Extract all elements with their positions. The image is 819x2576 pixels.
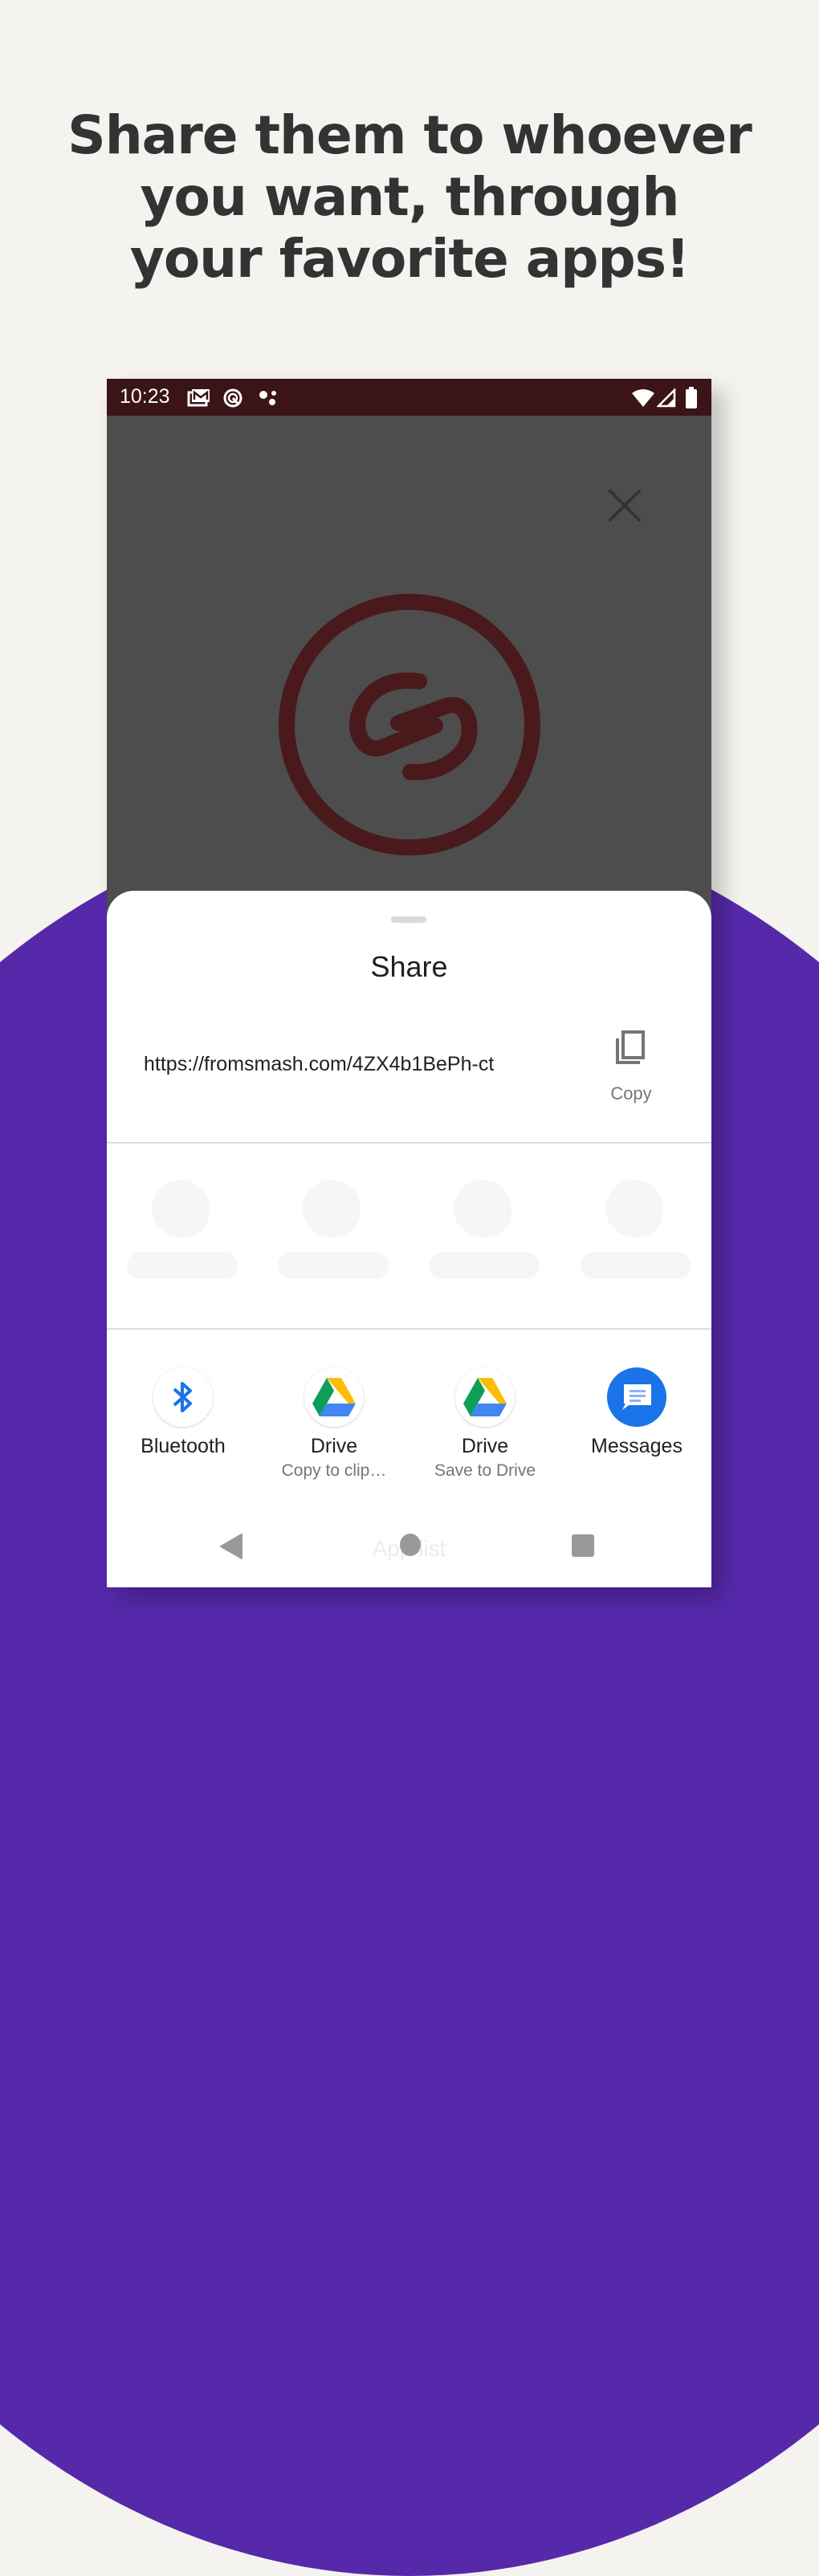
drive-icon: [455, 1367, 515, 1427]
headline: Share them to whoever you want, through …: [0, 104, 819, 290]
headline-line: your favorite apps!: [129, 228, 690, 290]
app-sublabel: Save to Drive: [434, 1461, 536, 1480]
share-target-messages[interactable]: Messages: [560, 1367, 711, 1461]
drive-icon: [304, 1367, 364, 1427]
home-icon: [400, 1534, 421, 1556]
headline-line: you want, through: [140, 166, 679, 228]
home-button[interactable]: [398, 1532, 422, 1561]
skeleton-avatar: [152, 1180, 210, 1237]
share-target-drive-copy[interactable]: Drive Copy to clip…: [258, 1367, 410, 1481]
drag-handle[interactable]: [391, 916, 426, 923]
smash-logo: [277, 592, 542, 857]
share-target-drive-save[interactable]: Drive Save to Drive: [409, 1367, 561, 1481]
skeleton-label: [127, 1252, 238, 1279]
share-url: https://fromsmash.com/4ZX4b1BePh-ct: [144, 1053, 495, 1075]
gmail-icon: [187, 388, 211, 410]
back-button[interactable]: [219, 1533, 243, 1563]
status-bar: 10:23: [107, 379, 711, 416]
battery-icon: [685, 387, 698, 412]
divider: [107, 1142, 711, 1144]
skeleton-label: [581, 1252, 691, 1279]
share-target-bluetooth[interactable]: Bluetooth: [107, 1367, 259, 1461]
skeleton-target: [581, 1180, 693, 1284]
skeleton-avatar: [454, 1180, 511, 1237]
data-saver-icon: [222, 388, 243, 412]
headline-line: Share them to whoever: [67, 104, 752, 166]
smash-logo-icon: [279, 594, 540, 855]
app-label: Drive: [310, 1435, 358, 1457]
close-button[interactable]: [605, 486, 645, 526]
back-icon: [220, 1534, 242, 1559]
skeleton-target: [127, 1180, 239, 1284]
skeleton-avatar: [303, 1180, 361, 1237]
close-icon: [609, 490, 641, 522]
messages-icon: [607, 1367, 666, 1427]
divider: [107, 1328, 711, 1330]
app-label: Bluetooth: [141, 1435, 226, 1457]
copy-button[interactable]: Copy: [595, 1027, 667, 1107]
copy-label: Copy: [610, 1083, 652, 1103]
signal-icon: [655, 387, 676, 411]
recents-icon: [572, 1534, 594, 1557]
copy-icon: [616, 1030, 645, 1064]
skeleton-avatar: [605, 1180, 663, 1237]
app-label: Drive: [461, 1435, 509, 1457]
bluetooth-icon: [153, 1367, 213, 1427]
app-sublabel: Copy to clip…: [281, 1461, 387, 1480]
app-label: Messages: [591, 1435, 682, 1457]
share-sheet-title: Share: [370, 950, 448, 983]
skeleton-label: [429, 1252, 540, 1279]
recents-button[interactable]: [571, 1534, 595, 1562]
wifi-icon: [631, 388, 655, 411]
skeleton-target: [429, 1180, 541, 1284]
skeleton-label: [278, 1252, 389, 1279]
phone-screenshot: 10:23 Share https://fromsmash.com/4ZX4b1…: [107, 379, 711, 1587]
assistant-icon: [258, 388, 280, 412]
navigation-bar: App list: [107, 1517, 711, 1587]
status-time: 10:23: [120, 385, 170, 408]
skeleton-target: [278, 1180, 390, 1284]
